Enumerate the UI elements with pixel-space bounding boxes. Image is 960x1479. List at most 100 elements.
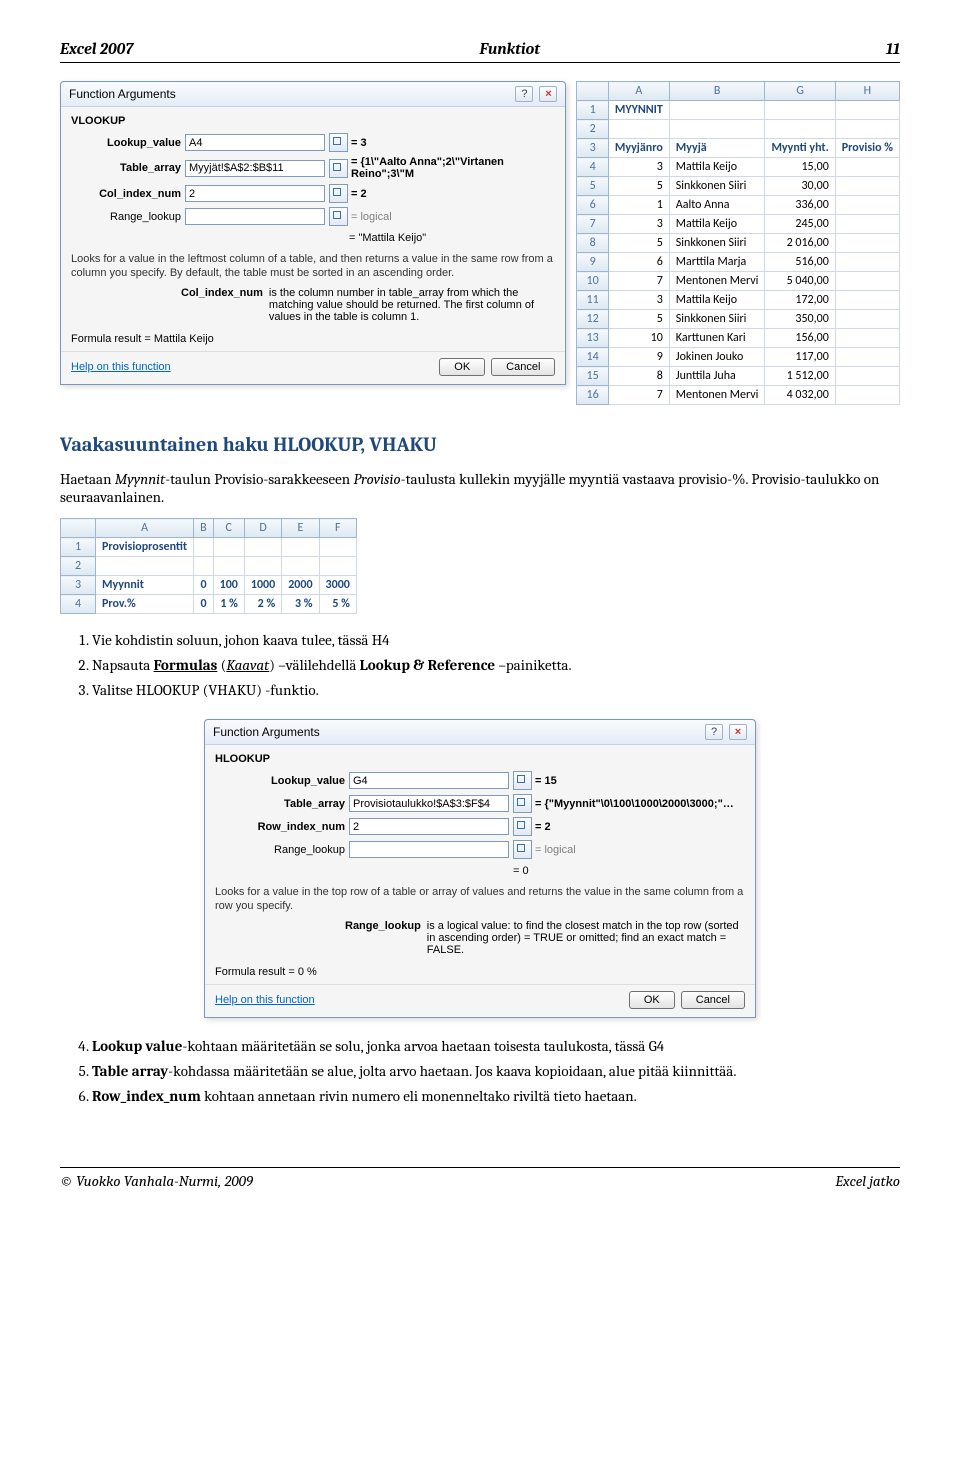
cell: 2000	[282, 576, 319, 595]
formula-result-value: Mattila Keijo	[154, 333, 214, 345]
ok-button[interactable]: OK	[439, 358, 485, 376]
formula-result-label: Formula result =	[215, 966, 295, 978]
cancel-button[interactable]: Cancel	[681, 991, 745, 1009]
range-selector-icon[interactable]	[329, 159, 348, 178]
arg-input[interactable]	[349, 795, 509, 812]
arg-input[interactable]	[349, 772, 509, 789]
cell: 0	[194, 595, 214, 614]
help-link[interactable]: Help on this function	[215, 994, 315, 1006]
column-header: E	[282, 519, 319, 538]
arg-input[interactable]	[185, 134, 325, 151]
range-selector-icon[interactable]	[513, 817, 532, 836]
cell: 1000	[244, 576, 281, 595]
row-header: 1	[577, 101, 608, 120]
cell	[244, 538, 281, 557]
cell: Mattila Keijo	[669, 158, 765, 177]
cancel-button[interactable]: Cancel	[491, 358, 555, 376]
column-header: B	[669, 82, 765, 101]
cell	[835, 367, 899, 386]
arg-input[interactable]	[349, 841, 509, 858]
row-header: 14	[577, 348, 608, 367]
cell: Mattila Keijo	[669, 291, 765, 310]
cell: 5 %	[319, 595, 356, 614]
cell: 3	[608, 291, 669, 310]
formula-result-value: 0 %	[298, 966, 317, 978]
ok-button[interactable]: OK	[629, 991, 675, 1009]
row-header: 4	[577, 158, 608, 177]
arg-input[interactable]	[185, 160, 325, 177]
cell: 0	[194, 576, 214, 595]
dialog-titlebar: Function Arguments ? ×	[205, 720, 755, 745]
cell	[282, 538, 319, 557]
row-header: 3	[577, 139, 608, 158]
provisio-grid: ABCDEF1Provisioprosentit23Myynnit0100100…	[60, 518, 357, 614]
list-item: Table array-kohdassa määritetään se alue…	[92, 1061, 900, 1082]
row-header: 3	[61, 576, 96, 595]
dialog-titlebar: Function Arguments ? ×	[61, 82, 565, 107]
cell: Myyjänro	[608, 139, 669, 158]
cell: 4 032,00	[765, 386, 835, 405]
param-name: Col_index_num	[181, 287, 263, 323]
help-icon[interactable]: ?	[705, 724, 723, 740]
formula-result-label: Formula result =	[71, 333, 151, 345]
cell: 5 040,00	[765, 272, 835, 291]
function-description: Looks for a value in the top row of a ta…	[215, 885, 745, 914]
row-header: 7	[577, 215, 608, 234]
cell	[608, 120, 669, 139]
footer-right: Excel jatko	[835, 1172, 900, 1190]
cell: 5	[608, 234, 669, 253]
column-header: C	[213, 519, 244, 538]
cell: 1 512,00	[765, 367, 835, 386]
cell	[213, 538, 244, 557]
arg-input[interactable]	[185, 185, 325, 202]
cell	[96, 557, 194, 576]
arg-result: = {1\"Aalto Anna";2\"Virtanen Reino";3\"…	[351, 156, 555, 180]
steps-list-1: Vie kohdistin soluun, johon kaava tulee,…	[60, 630, 900, 701]
close-icon[interactable]: ×	[539, 86, 557, 102]
arg-result: = logical	[351, 211, 555, 223]
close-icon[interactable]: ×	[729, 724, 747, 740]
cell	[835, 329, 899, 348]
cell	[835, 253, 899, 272]
arg-input[interactable]	[349, 818, 509, 835]
row-header: 9	[577, 253, 608, 272]
cell: Myynnit	[96, 576, 194, 595]
help-link[interactable]: Help on this function	[71, 361, 171, 373]
range-selector-icon[interactable]	[513, 794, 532, 813]
arg-label: Lookup_value	[215, 775, 345, 787]
param-name: Range_lookup	[345, 920, 421, 956]
cell	[835, 158, 899, 177]
header-rule	[60, 62, 900, 63]
arg-result: = 2	[535, 821, 745, 833]
cell: 5	[608, 177, 669, 196]
arg-input[interactable]	[185, 208, 325, 225]
cell: Sinkkonen Siiri	[669, 310, 765, 329]
cell: 3	[608, 215, 669, 234]
row-header: 6	[577, 196, 608, 215]
column-header: D	[244, 519, 281, 538]
cell: 3 %	[282, 595, 319, 614]
cell	[835, 177, 899, 196]
range-selector-icon[interactable]	[329, 184, 348, 203]
arg-result: = logical	[535, 844, 745, 856]
cell: Prov.%	[96, 595, 194, 614]
row-header: 16	[577, 386, 608, 405]
range-selector-icon[interactable]	[329, 207, 348, 226]
row-header: 8	[577, 234, 608, 253]
cell	[835, 272, 899, 291]
range-selector-icon[interactable]	[513, 771, 532, 790]
column-header: H	[835, 82, 899, 101]
arg-label: Table_array	[215, 798, 345, 810]
arg-label: Range_lookup	[71, 211, 181, 223]
range-selector-icon[interactable]	[513, 840, 532, 859]
row-header: 4	[61, 595, 96, 614]
cell	[244, 557, 281, 576]
vlookup-dialog: Function Arguments ? × VLOOKUP Lookup_va…	[60, 81, 566, 385]
range-selector-icon[interactable]	[329, 133, 348, 152]
cell: 9	[608, 348, 669, 367]
help-icon[interactable]: ?	[515, 86, 533, 102]
cell	[194, 557, 214, 576]
dialog-title-text: Function Arguments	[69, 87, 176, 101]
row-header: 2	[61, 557, 96, 576]
row-header: 11	[577, 291, 608, 310]
